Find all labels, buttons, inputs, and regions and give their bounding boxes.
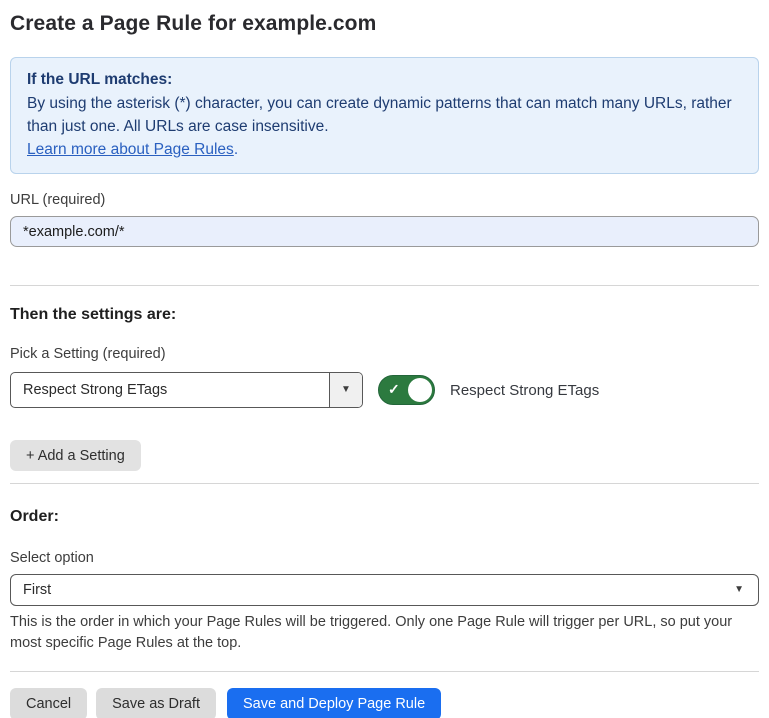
order-select-value: First [23, 582, 734, 598]
check-icon: ✓ [388, 381, 400, 398]
order-section-heading: Order: [10, 508, 759, 526]
divider [10, 671, 759, 672]
save-and-deploy-button[interactable]: Save and Deploy Page Rule [227, 688, 441, 718]
setting-select-value: Respect Strong ETags [11, 373, 329, 407]
learn-more-link[interactable]: Learn more about Page Rules [27, 141, 234, 158]
setting-toggle[interactable]: ✓ [378, 375, 435, 405]
info-box-body: By using the asterisk (*) character, you… [27, 92, 742, 138]
pick-setting-label: Pick a Setting (required) [10, 346, 759, 362]
settings-section-heading: Then the settings are: [10, 306, 759, 324]
url-input[interactable] [10, 216, 759, 247]
order-select[interactable]: First ▼ [10, 574, 759, 606]
url-matches-info-box: If the URL matches: By using the asteris… [10, 57, 759, 174]
info-box-link-line: Learn more about Page Rules. [27, 138, 742, 161]
create-page-rule-dialog: Create a Page Rule for example.com If th… [0, 0, 769, 718]
url-field-label: URL (required) [10, 192, 759, 208]
info-box-heading: If the URL matches: [27, 68, 742, 91]
order-select-label: Select option [10, 550, 759, 566]
save-as-draft-button[interactable]: Save as Draft [96, 688, 216, 718]
divider [10, 483, 759, 484]
toggle-knob [408, 378, 432, 402]
footer-actions: Cancel Save as Draft Save and Deploy Pag… [10, 688, 759, 718]
setting-select[interactable]: Respect Strong ETags ▼ [10, 372, 363, 408]
add-setting-button[interactable]: + Add a Setting [10, 440, 141, 471]
divider [10, 285, 759, 286]
link-suffix: . [234, 141, 238, 158]
cancel-button[interactable]: Cancel [10, 688, 87, 718]
setting-select-dropdown-button[interactable]: ▼ [329, 373, 362, 407]
setting-row: Respect Strong ETags ▼ ✓ Respect Strong … [10, 372, 759, 408]
toggle-label: Respect Strong ETags [450, 382, 599, 399]
chevron-down-icon: ▼ [734, 585, 744, 595]
chevron-down-icon: ▼ [341, 385, 351, 395]
page-title: Create a Page Rule for example.com [10, 12, 759, 36]
order-help-text: This is the order in which your Page Rul… [10, 612, 755, 654]
